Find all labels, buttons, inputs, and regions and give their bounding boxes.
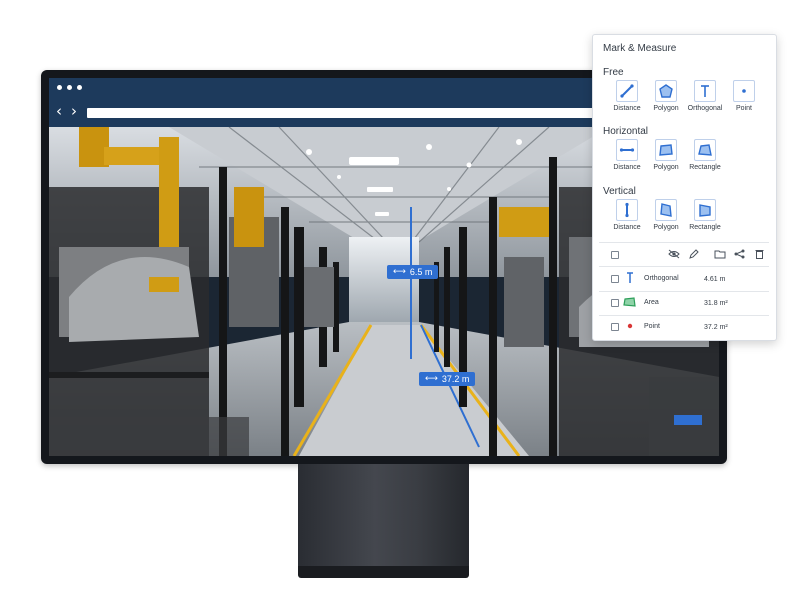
point-icon	[742, 89, 746, 93]
panel-title: Mark & Measure	[603, 43, 677, 54]
measurement-label: Orthogonal	[644, 275, 679, 282]
tool-label: Polygon	[653, 105, 679, 112]
back-arrow-icon[interactable]: ‹	[56, 104, 62, 119]
measurement-value: 37.2 m²	[704, 324, 728, 331]
orthogonal-icon	[701, 85, 709, 97]
orthogonal-icon	[627, 272, 633, 283]
tool-free-orthogonal[interactable]: Orthogonal	[685, 80, 725, 112]
polygon-icon	[660, 203, 672, 217]
diagonal-line-icon	[620, 84, 634, 98]
share-icon[interactable]	[734, 249, 745, 259]
distance-icon: ⟷	[425, 374, 438, 384]
select-all-checkbox[interactable]	[611, 251, 619, 259]
tool-vertical-distance[interactable]: Distance	[607, 199, 647, 231]
tool-label: Orthogonal	[687, 105, 723, 112]
folder-icon[interactable]	[714, 249, 726, 259]
tool-vertical-rectangle[interactable]: Rectangle	[685, 199, 725, 231]
window-dot-icon[interactable]	[57, 85, 62, 90]
tool-free-point[interactable]: Point	[724, 80, 764, 112]
measurement-label: Area	[644, 299, 659, 306]
trash-icon[interactable]	[755, 249, 764, 259]
distance-label[interactable]: ⟷ 37.2 m	[419, 372, 476, 386]
row-checkbox[interactable]	[611, 323, 619, 331]
section-title-vertical: Vertical	[603, 186, 636, 197]
section-title-free: Free	[603, 67, 624, 78]
monitor-stand-base	[298, 566, 469, 578]
window-dot-icon[interactable]	[77, 85, 82, 90]
distance-label[interactable]: ⟷ 6.5 m	[387, 265, 439, 279]
measurement-value: 4.61 m	[704, 276, 726, 283]
visibility-off-icon[interactable]	[668, 249, 680, 259]
distance-value: 37.2 m	[441, 374, 470, 384]
pencil-icon[interactable]	[689, 249, 699, 259]
tool-label: Point	[736, 105, 752, 112]
point-icon	[627, 323, 633, 329]
tool-horizontal-rectangle[interactable]: Rectangle	[685, 139, 725, 171]
tool-vertical-polygon[interactable]: Polygon	[646, 199, 686, 231]
panel-divider	[599, 291, 769, 292]
distance-icon: ⟷	[393, 267, 406, 277]
monitor-stand	[298, 464, 469, 570]
vertical-line-icon	[625, 202, 629, 218]
tool-free-distance[interactable]: Distance	[607, 80, 647, 112]
tool-label: Rectangle	[689, 164, 721, 171]
tool-label: Distance	[613, 105, 641, 112]
tool-label: Distance	[613, 164, 641, 171]
area-icon	[623, 297, 636, 307]
section-title-horizontal: Horizontal	[603, 126, 649, 137]
polygon-icon	[659, 144, 673, 156]
tool-label: Polygon	[653, 164, 679, 171]
row-checkbox[interactable]	[611, 275, 619, 283]
tool-label: Polygon	[653, 224, 679, 231]
forward-arrow-icon[interactable]: ›	[71, 104, 77, 119]
panel-divider	[599, 315, 769, 316]
window-dots	[57, 85, 82, 90]
distance-value: 6.5 m	[409, 267, 433, 277]
panel-divider	[599, 242, 769, 243]
tool-horizontal-polygon[interactable]: Polygon	[646, 139, 686, 171]
tool-label: Distance	[613, 224, 641, 231]
rectangle-icon	[698, 144, 712, 156]
tool-free-polygon[interactable]: Polygon	[646, 80, 686, 112]
polygon-icon	[659, 84, 673, 98]
tool-horizontal-distance[interactable]: Distance	[607, 139, 647, 171]
window-dot-icon[interactable]	[67, 85, 72, 90]
measurement-value: 31.8 m²	[704, 300, 728, 307]
address-bar[interactable]	[87, 108, 647, 118]
row-checkbox[interactable]	[611, 299, 619, 307]
mark-measure-panel: Mark & Measure Free Distance Polygon Ort…	[592, 34, 777, 341]
horizontal-line-icon	[619, 148, 635, 152]
rectangle-icon	[699, 204, 711, 217]
panel-divider	[599, 266, 769, 267]
measurement-label: Point	[644, 323, 660, 330]
tool-label: Rectangle	[689, 224, 721, 231]
